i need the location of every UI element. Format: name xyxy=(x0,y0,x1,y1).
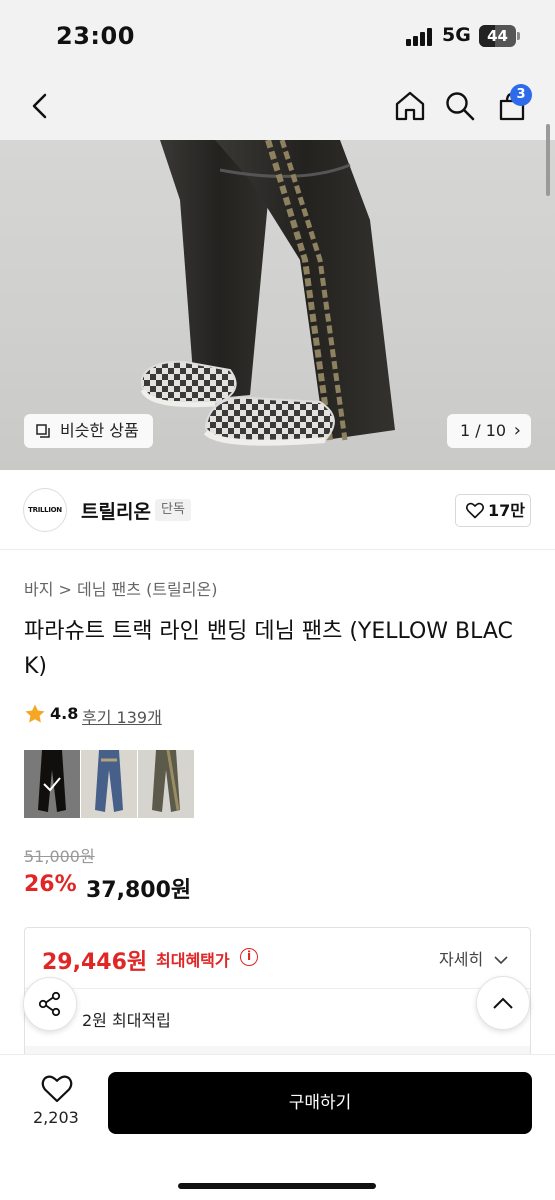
cart-count-badge: 3 xyxy=(510,84,532,106)
benefit-detail-label: 자세히 xyxy=(439,950,484,969)
discount-rate: 26% xyxy=(24,872,77,897)
wish-count: 2,203 xyxy=(33,1108,79,1127)
buy-button[interactable]: 구매하기 xyxy=(108,1072,532,1134)
status-bar: 23:00 5G 44 xyxy=(0,0,555,72)
network-label: 5G xyxy=(442,24,471,46)
variant-thumbnail[interactable] xyxy=(81,750,137,818)
selected-check-icon xyxy=(24,750,80,818)
max-benefit-price: 29,446원 xyxy=(42,950,148,975)
similar-products-label: 비슷한 상품 xyxy=(60,421,139,440)
max-points: 2원 최대적립 xyxy=(82,1011,171,1030)
product-title: 파라슈트 트랙 라인 밴딩 데님 팬츠 (YELLOW BLACK) xyxy=(24,619,513,679)
original-price: 51,000원 xyxy=(24,847,95,866)
chevron-left-icon[interactable] xyxy=(20,86,60,126)
heart-icon[interactable] xyxy=(41,1074,73,1104)
chevron-up-icon xyxy=(493,997,513,1009)
brand-row[interactable]: TRILLION 트릴리온 단독 17만 xyxy=(0,470,555,550)
share-button[interactable] xyxy=(23,977,77,1031)
rating-value: 4.8 xyxy=(50,704,79,723)
max-benefit-label: 최대혜택가 xyxy=(156,951,230,970)
search-icon[interactable] xyxy=(440,86,480,126)
breadcrumb[interactable]: 바지 > 데님 팬츠 (트릴리온) xyxy=(24,576,217,600)
sale-price: 37,800원 xyxy=(86,878,192,903)
home-icon[interactable] xyxy=(390,86,430,126)
signal-icon xyxy=(406,28,434,46)
image-pager-count: 1 / 10 xyxy=(460,421,507,440)
benefit-detail-toggle[interactable]: 자세히 xyxy=(439,946,508,970)
info-icon[interactable]: i xyxy=(240,948,258,966)
share-icon xyxy=(38,991,61,1017)
battery-icon: 44 xyxy=(479,25,516,47)
similar-products-button[interactable]: 비슷한 상품 xyxy=(24,414,153,448)
image-pager[interactable]: 1 / 10 › xyxy=(447,414,531,448)
variant-thumbnail[interactable] xyxy=(138,750,194,818)
brand-like-count: 17만 xyxy=(488,501,525,520)
star-icon xyxy=(25,704,45,723)
home-indicator xyxy=(178,1183,376,1189)
heart-icon xyxy=(466,502,484,519)
scroll-top-button[interactable] xyxy=(476,976,530,1030)
status-time: 23:00 xyxy=(56,22,135,50)
nav-bar xyxy=(0,72,555,140)
brand-logo[interactable]: TRILLION xyxy=(23,488,67,532)
chevron-right-icon: › xyxy=(513,420,521,441)
divider xyxy=(25,988,530,989)
variant-thumbnail[interactable] xyxy=(24,750,80,818)
battery-level: 44 xyxy=(487,27,508,45)
brand-like-button[interactable]: 17만 xyxy=(455,494,531,527)
max-benefit-box: 29,446원 최대혜택가 i 자세히 2원 최대적립 xyxy=(24,927,531,1067)
chevron-down-icon xyxy=(494,956,508,965)
review-count-link[interactable]: 후기 139개 xyxy=(82,704,162,728)
exclusive-badge: 단독 xyxy=(155,499,191,521)
scrollbar[interactable] xyxy=(546,124,550,196)
similar-items-icon xyxy=(36,424,50,438)
brand-name[interactable]: 트릴리온 xyxy=(81,497,151,524)
